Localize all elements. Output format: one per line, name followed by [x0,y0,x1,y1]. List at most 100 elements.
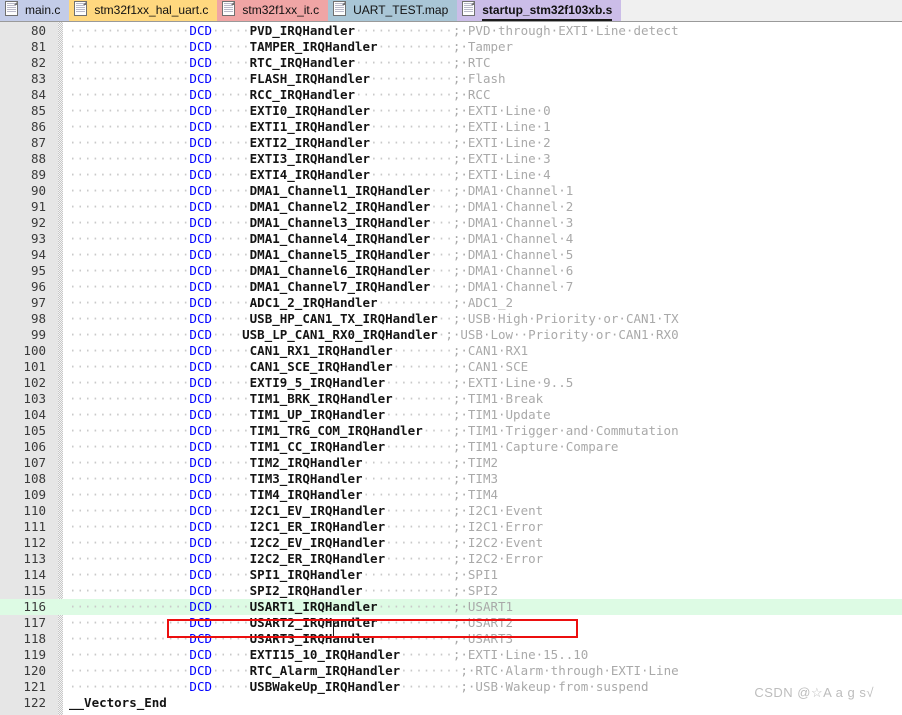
code-line[interactable]: 99 ················DCD····USB_LP_CAN1_RX0… [0,327,902,343]
code-line[interactable]: 96 ················DCD·····DMA1_Channel7_… [0,279,902,295]
handler-symbol: PVD_IRQHandler [249,23,355,38]
code-line-content[interactable]: ················DCD·····DMA1_Channel4_IR… [52,231,573,247]
code-line[interactable]: 103 ················DCD·····TIM1_BRK_IRQH… [0,391,902,407]
code-line[interactable]: 90 ················DCD·····DMA1_Channel1_… [0,183,902,199]
code-line-content[interactable]: ················DCD·····USB_HP_CAN1_TX_I… [52,311,679,327]
code-line[interactable]: 110 ················DCD·····I2C1_EV_IRQHa… [0,503,902,519]
code-line-content[interactable]: ················DCD·····I2C2_ER_IRQHandl… [52,551,543,567]
code-line-content[interactable]: ················DCD·····RTC_Alarm_IRQHan… [52,663,679,679]
code-line-content[interactable]: ················DCD·····CAN1_RX1_IRQHand… [52,343,528,359]
handler-symbol: USB_LP_CAN1_RX0_IRQHandler [242,327,438,342]
code-line-content[interactable]: ················DCD·····USBWakeUp_IRQHan… [52,679,649,695]
code-line[interactable]: 114 ················DCD·····SPI1_IRQHandl… [0,567,902,583]
code-line[interactable]: 115 ················DCD·····SPI2_IRQHandl… [0,583,902,599]
editor-tab-0[interactable]: main.c [0,0,70,21]
code-line[interactable]: 116 ················DCD·····USART1_IRQHan… [0,599,902,615]
code-line[interactable]: 108 ················DCD·····TIM3_IRQHandl… [0,471,902,487]
code-line-content[interactable]: ················DCD·····TIM1_BRK_IRQHand… [52,391,543,407]
code-line-content[interactable]: ················DCD·····EXTI0_IRQHandler… [52,103,551,119]
code-line-content[interactable]: ················DCD·····DMA1_Channel3_IR… [52,215,573,231]
code-line[interactable]: 104 ················DCD·····TIM1_UP_IRQHa… [0,407,902,423]
code-line[interactable]: 95 ················DCD·····DMA1_Channel6_… [0,263,902,279]
code-line[interactable]: 120 ················DCD·····RTC_Alarm_IRQ… [0,663,902,679]
code-editor[interactable]: 80 ················DCD·····PVD_IRQHandler… [0,22,902,715]
code-line-content[interactable]: ················DCD·····EXTI9_5_IRQHandl… [52,375,573,391]
code-line-content[interactable]: ················DCD·····TIM2_IRQHandler·… [52,455,498,471]
code-line-content[interactable]: ················DCD·····TIM1_CC_IRQHandl… [52,439,618,455]
code-line-content[interactable]: ················DCD·····USART2_IRQHandle… [52,615,513,631]
line-number: 118 [23,631,46,646]
code-line-content[interactable]: ················DCD·····DMA1_Channel2_IR… [52,199,573,215]
code-line[interactable]: 111 ················DCD·····I2C1_ER_IRQHa… [0,519,902,535]
code-line[interactable]: 98 ················DCD·····USB_HP_CAN1_TX… [0,311,902,327]
code-line-content[interactable]: ················DCD·····DMA1_Channel1_IR… [52,183,573,199]
code-line-content[interactable]: ················DCD·····PVD_IRQHandler··… [52,23,679,39]
code-line-content[interactable]: ················DCD·····TIM4_IRQHandler·… [52,487,498,503]
code-line[interactable]: 97 ················DCD·····ADC1_2_IRQHand… [0,295,902,311]
code-line-content[interactable]: ················DCD·····FLASH_IRQHandler… [52,71,506,87]
code-line-content[interactable]: ················DCD·····ADC1_2_IRQHandle… [52,295,513,311]
code-line[interactable]: 101 ················DCD·····CAN1_SCE_IRQH… [0,359,902,375]
code-line-content[interactable]: ················DCD·····SPI1_IRQHandler·… [52,567,498,583]
code-line[interactable]: 109 ················DCD·····TIM4_IRQHandl… [0,487,902,503]
code-line-content[interactable]: ················DCD·····I2C1_ER_IRQHandl… [52,519,543,535]
indent-whitespace: ················ [69,631,190,646]
code-line[interactable]: 89 ················DCD·····EXTI4_IRQHandl… [0,167,902,183]
editor-tab-1[interactable]: stm32f1xx_hal_uart.c [58,0,218,21]
editor-tab-3[interactable]: UART_TEST.map [317,0,458,21]
code-line-content[interactable]: ················DCD·····EXTI3_IRQHandler… [52,151,551,167]
code-line[interactable]: 80 ················DCD·····PVD_IRQHandler… [0,23,902,39]
code-line[interactable]: 113 ················DCD·····I2C2_ER_IRQHa… [0,551,902,567]
code-line[interactable]: 93 ················DCD·····DMA1_Channel4_… [0,231,902,247]
code-line-content[interactable]: ················DCD·····SPI2_IRQHandler·… [52,583,498,599]
code-line[interactable]: 102 ················DCD·····EXTI9_5_IRQHa… [0,375,902,391]
code-line[interactable]: 107 ················DCD·····TIM2_IRQHandl… [0,455,902,471]
code-line[interactable]: 81 ················DCD·····TAMPER_IRQHand… [0,39,902,55]
handler-symbol: I2C2_EV_IRQHandler [249,535,386,550]
gap-whitespace: ········ [400,663,461,678]
code-line-content[interactable]: ················DCD·····RTC_IRQHandler··… [52,55,490,71]
code-line-content[interactable]: ················DCD·····RCC_IRQHandler··… [52,87,490,103]
handler-symbol: TIM1_UP_IRQHandler [249,407,386,422]
code-line[interactable]: 117 ················DCD·····USART2_IRQHan… [0,615,902,631]
code-line[interactable]: 87 ················DCD·····EXTI2_IRQHandl… [0,135,902,151]
code-line-content[interactable]: ················DCD·····DMA1_Channel5_IR… [52,247,573,263]
code-line-content[interactable]: ················DCD·····DMA1_Channel6_IR… [52,263,573,279]
code-line-content[interactable]: __Vectors_End [52,695,167,711]
code-line[interactable]: 85 ················DCD·····EXTI0_IRQHandl… [0,103,902,119]
code-line[interactable]: 112 ················DCD·····I2C2_EV_IRQHa… [0,535,902,551]
code-line[interactable]: 83 ················DCD·····FLASH_IRQHandl… [0,71,902,87]
code-line-content[interactable]: ················DCD·····I2C2_EV_IRQHandl… [52,535,543,551]
code-line[interactable]: 100 ················DCD·····CAN1_RX1_IRQH… [0,343,902,359]
code-line-content[interactable]: ················DCD·····EXTI15_10_IRQHan… [52,647,588,663]
code-line-content[interactable]: ················DCD·····TIM1_TRG_COM_IRQ… [52,423,679,439]
code-line[interactable]: 118 ················DCD·····USART3_IRQHan… [0,631,902,647]
gap-whitespace: ····· [212,519,250,534]
code-line[interactable]: 84 ················DCD·····RCC_IRQHandler… [0,87,902,103]
code-line[interactable]: 88 ················DCD·····EXTI3_IRQHandl… [0,151,902,167]
code-lines[interactable]: 80 ················DCD·····PVD_IRQHandler… [0,22,902,711]
code-line-content[interactable]: ················DCD·····TIM1_UP_IRQHandl… [52,407,551,423]
code-line-content[interactable]: ················DCD·····EXTI2_IRQHandler… [52,135,551,151]
code-line-content[interactable]: ················DCD·····USART1_IRQHandle… [52,599,513,615]
code-line-content[interactable]: ················DCD·····EXTI4_IRQHandler… [52,167,551,183]
code-line-content[interactable]: ················DCD·····CAN1_SCE_IRQHand… [52,359,528,375]
editor-tab-2[interactable]: stm32f1xx_it.c [206,0,329,21]
code-line-content[interactable]: ················DCD·····EXTI1_IRQHandler… [52,119,551,135]
code-line-content[interactable]: ················DCD·····TAMPER_IRQHandle… [52,39,513,55]
code-line[interactable]: 91 ················DCD·····DMA1_Channel2_… [0,199,902,215]
code-line[interactable]: 106 ················DCD·····TIM1_CC_IRQHa… [0,439,902,455]
code-line[interactable]: 119 ················DCD·····EXTI15_10_IRQ… [0,647,902,663]
code-line-content[interactable]: ················DCD·····TIM3_IRQHandler·… [52,471,498,487]
code-line-content[interactable]: ················DCD·····I2C1_EV_IRQHandl… [52,503,543,519]
code-line[interactable]: 86 ················DCD·····EXTI1_IRQHandl… [0,119,902,135]
code-line-content[interactable]: ················DCD·····DMA1_Channel7_IR… [52,279,573,295]
editor-tab-4[interactable]: startup_stm32f103xb.s [446,0,622,21]
code-line[interactable]: 105 ················DCD·····TIM1_TRG_COM_… [0,423,902,439]
code-line[interactable]: 82 ················DCD·····RTC_IRQHandler… [0,55,902,71]
editor-tab-label: UART_TEST.map [353,3,449,17]
code-line-content[interactable]: ················DCD·····USART3_IRQHandle… [52,631,513,647]
code-line-content[interactable]: ················DCD····USB_LP_CAN1_RX0_I… [52,327,679,343]
code-line[interactable]: 92 ················DCD·····DMA1_Channel3_… [0,215,902,231]
code-line[interactable]: 94 ················DCD·····DMA1_Channel5_… [0,247,902,263]
